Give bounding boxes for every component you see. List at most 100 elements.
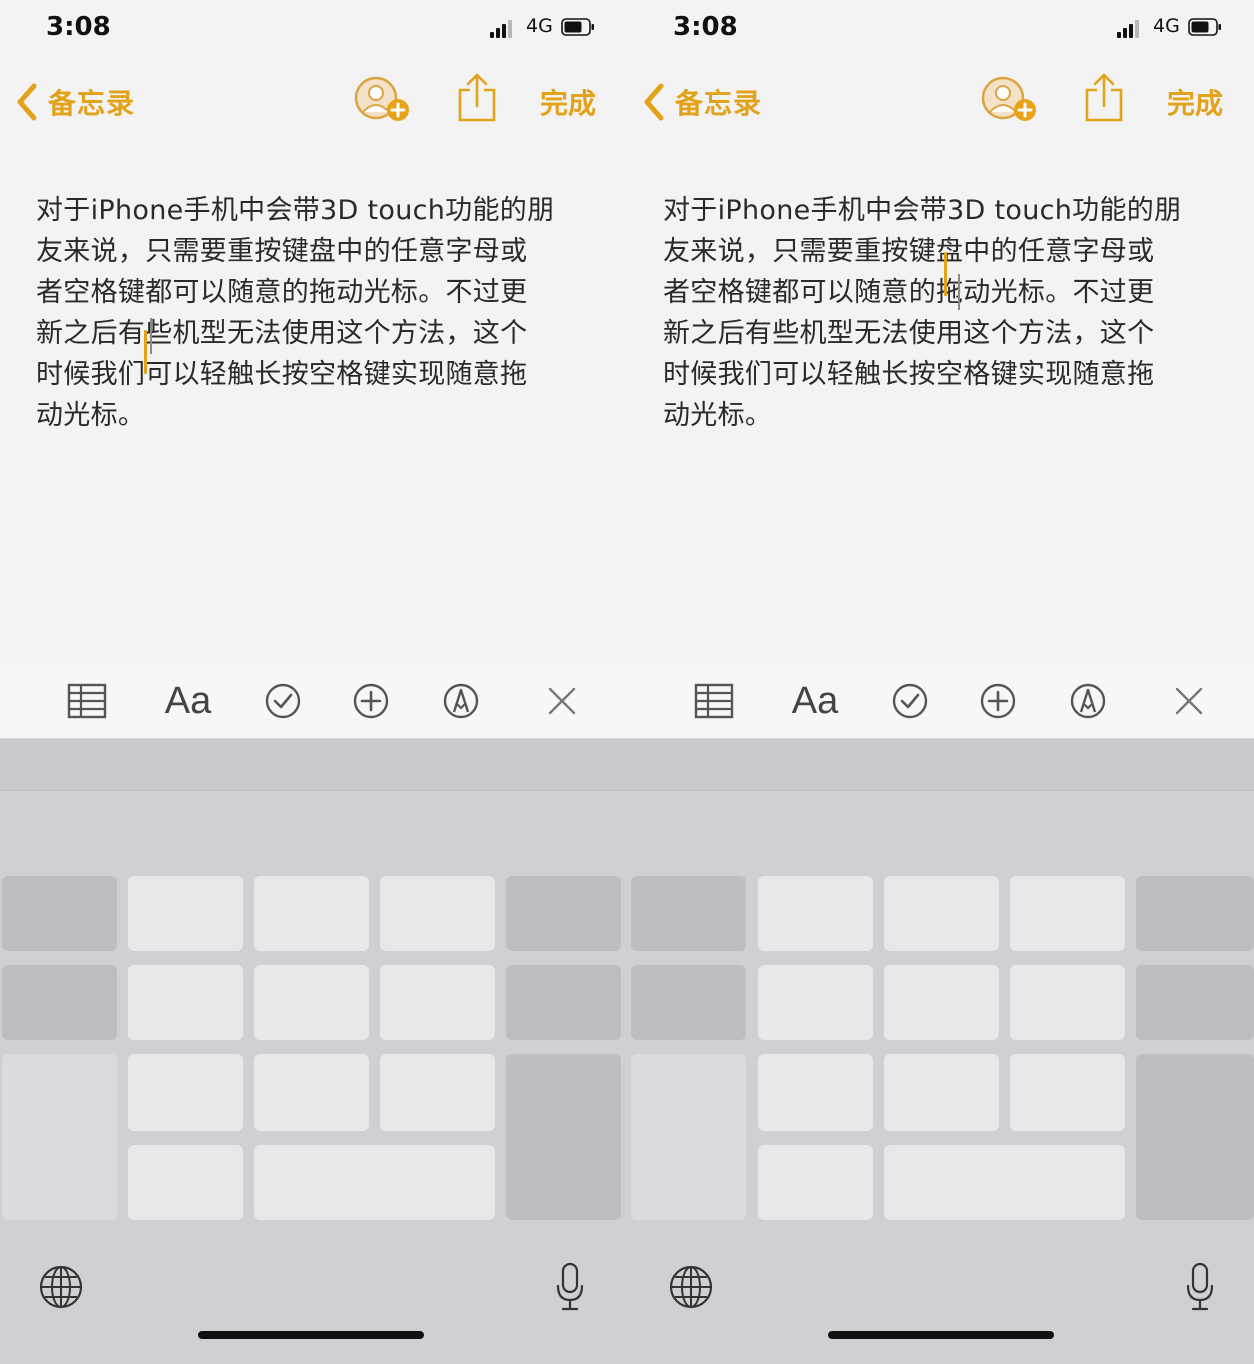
close-toolbar-button[interactable] <box>542 680 582 722</box>
keyboard-key[interactable] <box>884 965 999 1040</box>
keyboard-trackpad[interactable] <box>0 739 627 1364</box>
markup-pen-icon <box>443 683 479 719</box>
keyboard-key[interactable] <box>1010 965 1125 1040</box>
globe-icon[interactable] <box>668 1264 714 1310</box>
markup-button[interactable] <box>1067 680 1109 722</box>
back-label: 备忘录 <box>675 87 763 120</box>
markup-pen-icon <box>1070 683 1106 719</box>
table-button[interactable] <box>66 680 108 722</box>
keyboard-suggestion-bar <box>0 739 627 791</box>
keyboard-key[interactable] <box>631 965 746 1040</box>
network-type: 4G <box>1153 15 1180 37</box>
notes-editor[interactable]: 3:08 4G 备忘录 完成 对于iPhone手机中会带3D touch功能的朋… <box>627 0 1254 664</box>
add-person-icon[interactable] <box>352 74 414 128</box>
markup-button[interactable] <box>440 680 482 722</box>
keyboard-key[interactable] <box>380 876 495 951</box>
keyboard-key[interactable] <box>1136 876 1254 951</box>
checklist-button[interactable] <box>889 680 931 722</box>
checklist-button[interactable] <box>262 680 304 722</box>
floating-cursor <box>144 330 147 374</box>
keyboard-key[interactable] <box>128 876 243 951</box>
network-type: 4G <box>526 15 553 37</box>
table-icon <box>67 683 107 719</box>
signal-icon <box>490 20 520 38</box>
close-toolbar-button[interactable] <box>1169 680 1209 722</box>
space-key[interactable] <box>254 1145 495 1220</box>
table-icon <box>694 683 734 719</box>
done-button[interactable]: 完成 <box>540 82 596 122</box>
keyboard-key[interactable] <box>1136 1054 1254 1220</box>
keyboard-key[interactable] <box>2 965 117 1040</box>
back-button[interactable]: 备忘录 <box>14 82 135 122</box>
keyboard-key[interactable] <box>254 876 369 951</box>
keyboard-key[interactable] <box>128 965 243 1040</box>
navigation-bar: 备忘录 完成 <box>0 60 627 150</box>
text-cursor-ghost <box>958 274 960 310</box>
note-body[interactable]: 对于iPhone手机中会带3D touch功能的朋 友来说，只需要重按键盘中的任… <box>663 190 1223 436</box>
format-button[interactable]: Aa <box>787 680 843 722</box>
chevron-left-icon <box>644 83 664 121</box>
keyboard-key[interactable] <box>506 876 621 951</box>
keyboard-key[interactable] <box>506 965 621 1040</box>
add-circle-icon <box>980 683 1016 719</box>
screenshot-pair: 3:08 4G 备忘录 完成 对于iPhone手机中会带3D touch功能的朋… <box>0 0 1254 1364</box>
keyboard-key[interactable] <box>254 965 369 1040</box>
home-indicator <box>828 1331 1054 1339</box>
keyboard-key[interactable] <box>380 965 495 1040</box>
keyboard-key[interactable] <box>758 965 873 1040</box>
format-toolbar: Aa <box>627 664 1254 739</box>
keyboard-suggestion-bar <box>627 739 1254 791</box>
keyboard-key[interactable] <box>2 876 117 951</box>
signal-icon <box>1117 20 1147 38</box>
battery-icon <box>561 18 594 36</box>
microphone-icon[interactable] <box>1185 1262 1215 1312</box>
keyboard-key[interactable] <box>128 1054 243 1131</box>
keyboard-key[interactable] <box>1010 1054 1125 1131</box>
keyboard-key[interactable] <box>758 1054 873 1131</box>
keyboard-key[interactable] <box>1010 876 1125 951</box>
globe-icon[interactable] <box>38 1264 84 1310</box>
keyboard-key[interactable] <box>758 876 873 951</box>
keyboard-key[interactable] <box>380 1054 495 1131</box>
add-circle-icon <box>353 683 389 719</box>
keyboard-key[interactable] <box>758 1145 873 1220</box>
checklist-icon <box>265 683 301 719</box>
chevron-left-icon <box>17 83 37 121</box>
checklist-icon <box>892 683 928 719</box>
keyboard-trackpad[interactable] <box>627 739 1254 1364</box>
table-button[interactable] <box>693 680 735 722</box>
insert-button[interactable] <box>977 680 1019 722</box>
share-icon[interactable] <box>456 72 498 124</box>
close-icon <box>548 687 576 715</box>
keyboard-key[interactable] <box>254 1054 369 1131</box>
status-bar: 3:08 4G <box>0 0 627 60</box>
keyboard-key[interactable] <box>884 1054 999 1131</box>
battery-icon <box>1188 18 1221 36</box>
done-button[interactable]: 完成 <box>1167 82 1223 122</box>
add-person-icon[interactable] <box>979 74 1041 128</box>
text-cursor-ghost <box>150 318 152 354</box>
keyboard-key[interactable] <box>506 1054 621 1220</box>
space-key[interactable] <box>884 1145 1125 1220</box>
status-time: 3:08 <box>673 12 738 42</box>
status-time: 3:08 <box>46 12 111 42</box>
keyboard-key[interactable] <box>1136 965 1254 1040</box>
share-icon[interactable] <box>1083 72 1125 124</box>
back-label: 备忘录 <box>48 87 136 120</box>
keyboard-key[interactable] <box>128 1145 243 1220</box>
phone-screen-left: 3:08 4G 备忘录 完成 对于iPhone手机中会带3D touch功能的朋… <box>0 0 627 1364</box>
microphone-icon[interactable] <box>555 1262 585 1312</box>
navigation-bar: 备忘录 完成 <box>627 60 1254 150</box>
insert-button[interactable] <box>350 680 392 722</box>
phone-screen-right: 3:08 4G 备忘录 完成 对于iPhone手机中会带3D touch功能的朋… <box>627 0 1254 1364</box>
format-button[interactable]: Aa <box>160 680 216 722</box>
home-indicator <box>198 1331 424 1339</box>
keyboard-key[interactable] <box>2 1054 117 1220</box>
keyboard-key[interactable] <box>631 876 746 951</box>
keyboard-key[interactable] <box>631 1054 746 1220</box>
back-button[interactable]: 备忘录 <box>641 82 762 122</box>
notes-editor[interactable]: 3:08 4G 备忘录 完成 对于iPhone手机中会带3D touch功能的朋… <box>0 0 627 664</box>
keyboard-key[interactable] <box>884 876 999 951</box>
note-body[interactable]: 对于iPhone手机中会带3D touch功能的朋 友来说，只需要重按键盘中的任… <box>36 190 596 436</box>
close-icon <box>1175 687 1203 715</box>
